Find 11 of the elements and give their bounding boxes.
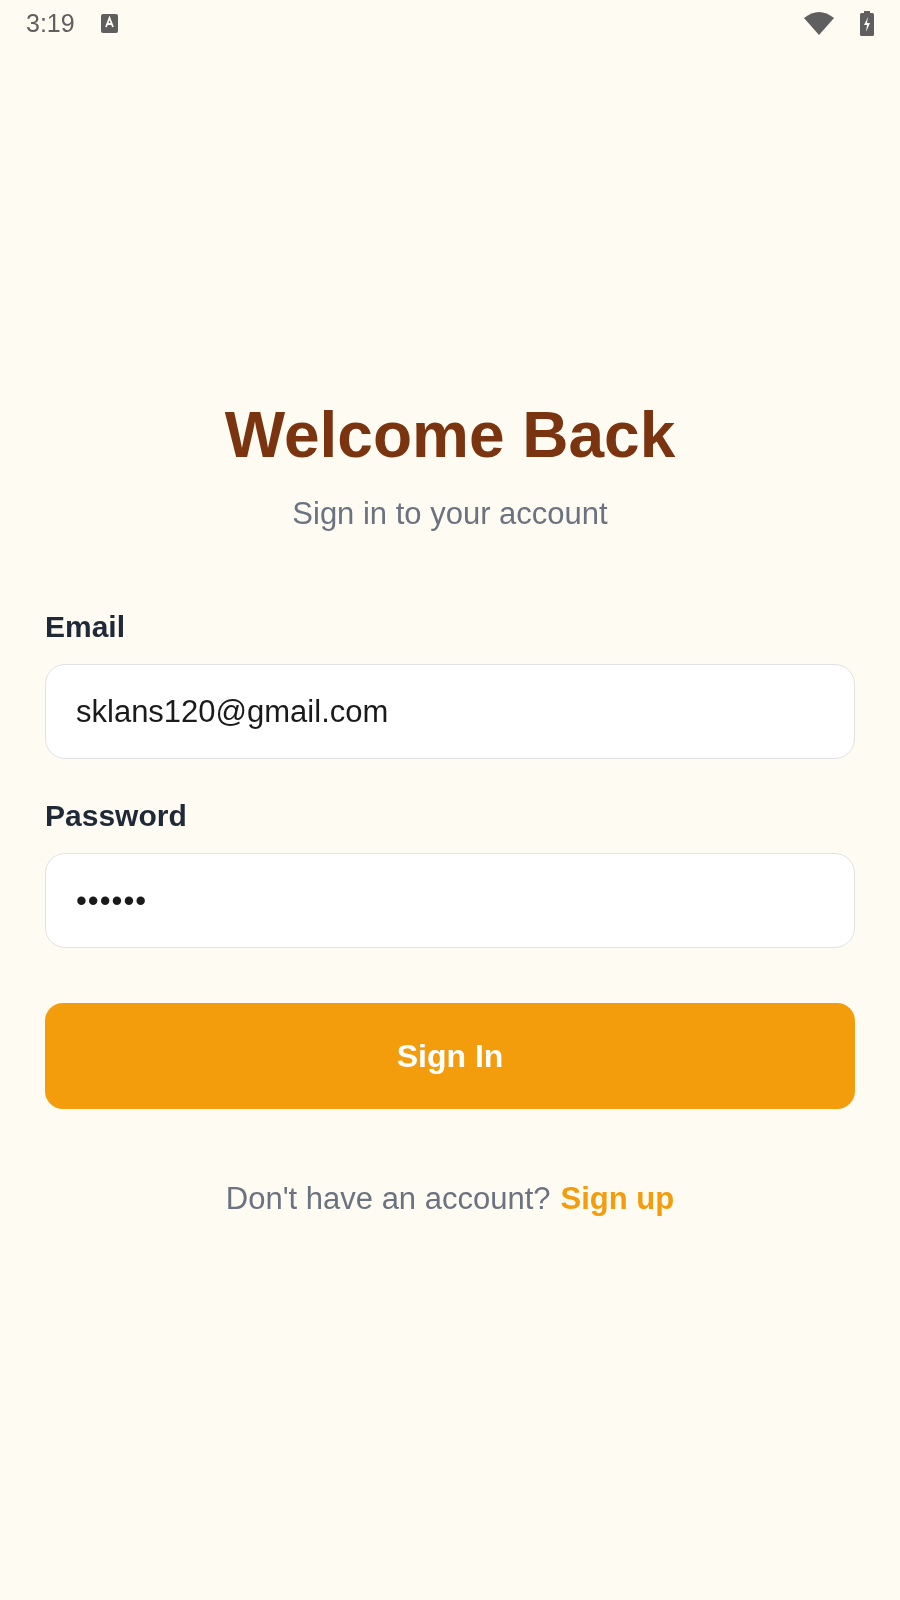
password-field[interactable]: •••••• <box>45 853 855 948</box>
welcome-title: Welcome Back <box>224 398 676 472</box>
subtitle: Sign in to your account <box>292 496 608 532</box>
keyboard-notification-icon <box>100 13 118 33</box>
sign-up-prompt: Don't have an account? <box>225 1181 551 1217</box>
email-field[interactable]: sklans120@gmail.com <box>45 664 855 759</box>
field-label: Email <box>45 610 126 644</box>
clock-time: 3:19 <box>26 8 75 38</box>
field-label: Password <box>45 799 187 833</box>
battery-charging-icon <box>860 10 874 36</box>
wifi-icon <box>804 11 834 35</box>
